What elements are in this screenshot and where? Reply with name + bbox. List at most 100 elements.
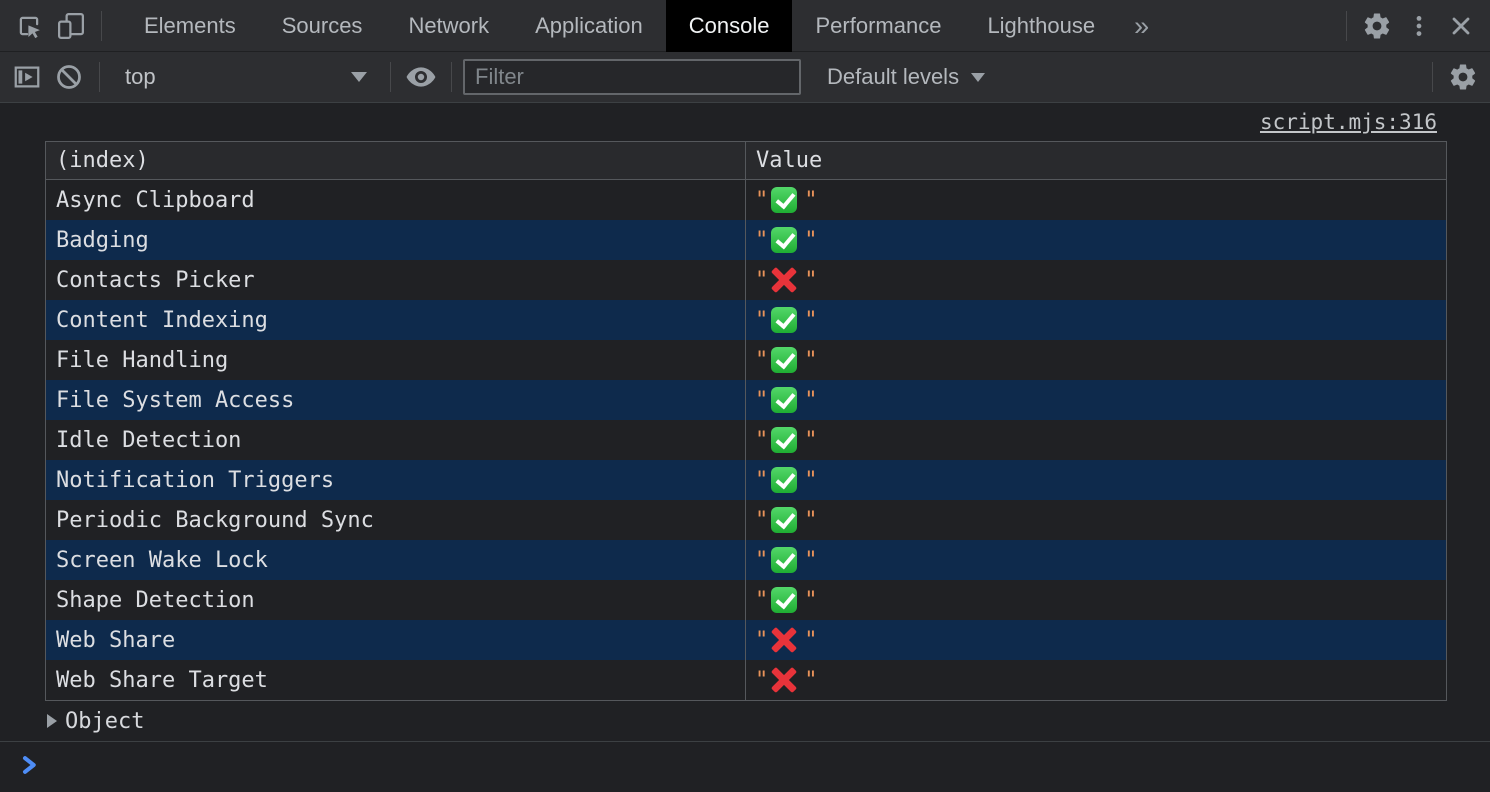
- index-cell: Async Clipboard: [46, 180, 746, 220]
- inspect-cursor-icon: [14, 11, 44, 41]
- index-cell: File Handling: [46, 340, 746, 380]
- table-row: Periodic Background Sync"": [46, 500, 1446, 540]
- close-icon: [1447, 12, 1475, 40]
- inspect-element-button[interactable]: [8, 5, 50, 47]
- table-row: Async Clipboard"": [46, 180, 1446, 220]
- cross-mark-emoji: [771, 627, 797, 653]
- create-live-expression-button[interactable]: [400, 56, 442, 98]
- quote-mark: ": [755, 508, 768, 533]
- value-cell: "": [746, 340, 1446, 380]
- object-expander[interactable]: Object: [0, 701, 1490, 741]
- check-mark-emoji: [771, 507, 797, 533]
- check-mark-emoji: [771, 467, 797, 493]
- source-location-link[interactable]: script.mjs:316: [1260, 110, 1437, 134]
- value-cell: "": [746, 220, 1446, 260]
- table-row: Web Share"": [46, 620, 1446, 660]
- value-cell: "": [746, 540, 1446, 580]
- log-levels-dropdown[interactable]: Default levels: [819, 56, 993, 98]
- tab-lighthouse[interactable]: Lighthouse: [964, 0, 1118, 52]
- tab-strip: ElementsSourcesNetworkApplicationConsole…: [121, 0, 1118, 52]
- quote-mark: ": [804, 428, 817, 453]
- console-settings-button[interactable]: [1442, 56, 1484, 98]
- quote-mark: ": [804, 388, 817, 413]
- index-cell: Idle Detection: [46, 420, 746, 460]
- value-cell: "": [746, 380, 1446, 420]
- check-mark-emoji: [771, 387, 797, 413]
- quote-mark: ": [804, 348, 817, 373]
- chevron-down-icon: [971, 73, 985, 82]
- quote-mark: ": [755, 228, 768, 253]
- value-cell: "": [746, 620, 1446, 660]
- console-table: (index) Value Async Clipboard""Badging""…: [45, 141, 1447, 701]
- table-header-row: (index) Value: [46, 142, 1446, 180]
- column-header-value[interactable]: Value: [746, 142, 1446, 179]
- close-devtools-button[interactable]: [1440, 5, 1482, 47]
- eye-icon: [405, 61, 437, 93]
- index-cell: Badging: [46, 220, 746, 260]
- quote-mark: ": [755, 388, 768, 413]
- index-cell: Web Share: [46, 620, 746, 660]
- quote-mark: ": [755, 428, 768, 453]
- column-header-index[interactable]: (index): [46, 142, 746, 179]
- table-row: Web Share Target"": [46, 660, 1446, 700]
- gear-icon: [1362, 11, 1392, 41]
- quote-mark: ": [755, 468, 768, 493]
- separator: [1346, 11, 1347, 41]
- devtools-tab-bar: ElementsSourcesNetworkApplicationConsole…: [0, 0, 1490, 52]
- cross-mark-emoji: [771, 667, 797, 693]
- log-levels-value: Default levels: [827, 64, 959, 90]
- index-cell: Contacts Picker: [46, 260, 746, 300]
- table-row: Badging"": [46, 220, 1446, 260]
- quote-mark: ": [804, 188, 817, 213]
- index-cell: File System Access: [46, 380, 746, 420]
- devtools-settings-button[interactable]: [1356, 5, 1398, 47]
- quote-mark: ": [755, 188, 768, 213]
- quote-mark: ": [804, 268, 817, 293]
- console-prompt-chevron-icon: [20, 755, 40, 775]
- value-cell: "": [746, 580, 1446, 620]
- console-table-message: script.mjs:316 (index) Value Async Clipb…: [0, 103, 1490, 742]
- quote-mark: ": [755, 548, 768, 573]
- table-row: Screen Wake Lock"": [46, 540, 1446, 580]
- tab-network[interactable]: Network: [385, 0, 512, 52]
- quote-mark: ": [755, 308, 768, 333]
- table-row: Shape Detection"": [46, 580, 1446, 620]
- index-cell: Shape Detection: [46, 580, 746, 620]
- tab-sources[interactable]: Sources: [259, 0, 386, 52]
- more-options-button[interactable]: [1398, 5, 1440, 47]
- value-cell: "": [746, 500, 1446, 540]
- javascript-context-selector[interactable]: top: [109, 56, 381, 98]
- separator: [99, 62, 100, 92]
- table-row: File Handling"": [46, 340, 1446, 380]
- quote-mark: ": [804, 548, 817, 573]
- more-tabs-button[interactable]: »: [1118, 1, 1165, 51]
- quote-mark: ": [755, 348, 768, 373]
- tab-elements[interactable]: Elements: [121, 0, 259, 52]
- tab-performance[interactable]: Performance: [792, 0, 964, 52]
- index-cell: Notification Triggers: [46, 460, 746, 500]
- console-toolbar-right: [1423, 56, 1490, 98]
- filter-input[interactable]: [463, 59, 801, 95]
- check-mark-emoji: [771, 347, 797, 373]
- clear-console-button[interactable]: [48, 56, 90, 98]
- index-cell: Content Indexing: [46, 300, 746, 340]
- message-source-row: script.mjs:316: [0, 103, 1490, 141]
- clear-console-icon: [54, 62, 84, 92]
- tab-application[interactable]: Application: [512, 0, 666, 52]
- check-mark-emoji: [771, 587, 797, 613]
- expand-triangle-icon: [47, 714, 57, 728]
- check-mark-emoji: [771, 427, 797, 453]
- check-mark-emoji: [771, 227, 797, 253]
- index-cell: Screen Wake Lock: [46, 540, 746, 580]
- console-prompt[interactable]: [0, 742, 1490, 788]
- sidebar-panel-icon: [12, 62, 42, 92]
- quote-mark: ": [804, 628, 817, 653]
- console-sidebar-toggle-button[interactable]: [6, 56, 48, 98]
- tab-console[interactable]: Console: [666, 0, 793, 52]
- index-cell: Periodic Background Sync: [46, 500, 746, 540]
- value-cell: "": [746, 180, 1446, 220]
- table-row: Contacts Picker"": [46, 260, 1446, 300]
- device-toolbar-button[interactable]: [50, 5, 92, 47]
- index-cell: Web Share Target: [46, 660, 746, 700]
- separator: [101, 11, 102, 41]
